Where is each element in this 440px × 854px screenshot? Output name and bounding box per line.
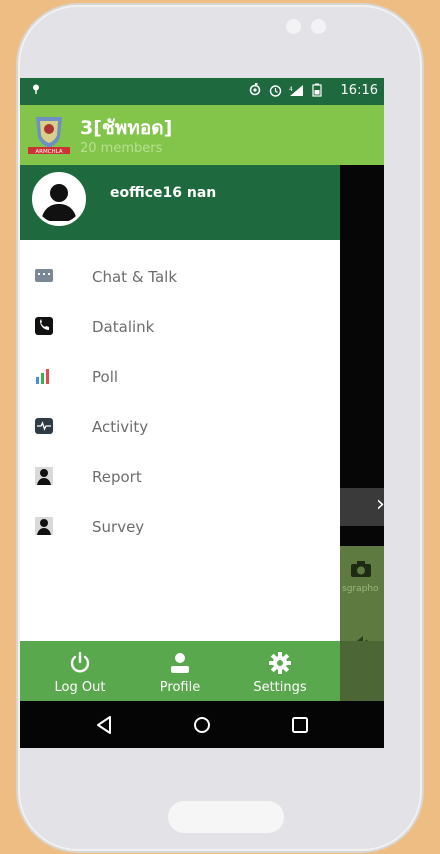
front-camera-dot: [286, 19, 301, 34]
battery-icon: [312, 83, 322, 97]
bar-chart-icon: [36, 369, 49, 384]
menu-item-report[interactable]: Report: [20, 454, 340, 500]
menu-item-activity[interactable]: Activity: [20, 404, 340, 450]
person-icon: [171, 653, 189, 673]
survey-person-icon: [35, 517, 53, 535]
logout-button[interactable]: Log Out: [30, 641, 130, 701]
menu-label: Report: [92, 468, 142, 486]
navigation-drawer: eoffice16 nan Chat & Talk Datalink Poll …: [20, 165, 340, 641]
logout-label: Log Out: [54, 680, 106, 695]
svg-text:ARMCHLA: ARMCHLA: [35, 149, 62, 155]
tool-label: sgrapho: [342, 584, 379, 594]
menu-label: Survey: [92, 518, 145, 536]
phone-screen: 4 16:16 ARMCHLA 3[ชัพทอด] 20 members › s…: [20, 78, 384, 748]
recents-icon[interactable]: [286, 711, 314, 739]
menu-item-poll[interactable]: Poll: [20, 354, 340, 400]
settings-button[interactable]: Settings: [230, 641, 330, 701]
user-name: eoffice16 nan: [110, 185, 217, 201]
home-icon[interactable]: [188, 711, 216, 739]
gear-icon: [269, 652, 291, 674]
settings-label: Settings: [253, 680, 307, 695]
avatar-person-icon: [41, 184, 77, 221]
menu-label: Chat & Talk: [92, 268, 178, 286]
group-logo[interactable]: ARMCHLA: [26, 113, 72, 157]
menu-label: Datalink: [92, 318, 155, 336]
report-person-icon: [35, 467, 53, 485]
drawer-bottom-bar: Log Out Profile Settings: [20, 641, 340, 701]
member-count: 20 members: [80, 141, 163, 156]
profile-button[interactable]: Profile: [130, 641, 230, 701]
physical-home-button[interactable]: [168, 801, 284, 833]
menu-label: Activity: [92, 418, 149, 436]
avatar[interactable]: [32, 172, 86, 226]
menu-item-datalink[interactable]: Datalink: [20, 304, 340, 350]
chat-icon: [35, 269, 53, 282]
menu-item-survey[interactable]: Survey: [20, 504, 340, 550]
activity-icon: [35, 418, 53, 434]
alarm-icon: [269, 84, 282, 97]
profile-label: Profile: [159, 680, 201, 695]
power-icon: [70, 651, 90, 673]
status-icons: 4: [248, 83, 322, 97]
sync-icon: [249, 83, 261, 96]
status-bar: 4 16:16: [20, 78, 384, 105]
group-title: 3[ชัพทอด]: [80, 117, 173, 139]
signal-icon: 4: [289, 84, 303, 96]
status-time: 16:16: [340, 83, 378, 98]
phone-book-icon: [35, 317, 53, 335]
menu-item-chat-talk[interactable]: Chat & Talk: [20, 254, 340, 300]
camera-icon[interactable]: [350, 560, 372, 578]
menu-label: Poll: [92, 368, 119, 386]
chevron-right-icon[interactable]: ›: [376, 492, 384, 517]
svg-text:4: 4: [289, 86, 293, 93]
background-bottom-edge: [340, 641, 384, 701]
back-icon[interactable]: [90, 711, 118, 739]
drawer-header: eoffice16 nan: [20, 165, 340, 240]
location-icon: [33, 84, 39, 94]
system-navigation-bar: [20, 701, 384, 748]
sensor-dot: [311, 19, 326, 34]
app-bar: ARMCHLA 3[ชัพทอด] 20 members: [20, 105, 384, 165]
